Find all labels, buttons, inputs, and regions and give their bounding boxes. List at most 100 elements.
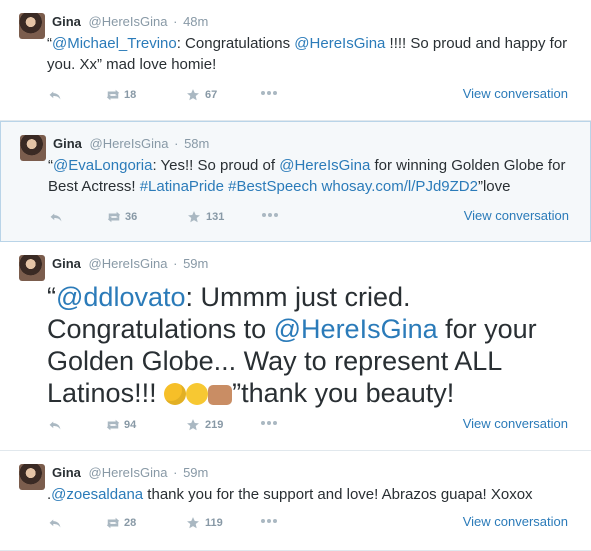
reply-button[interactable] xyxy=(48,516,62,530)
tweet-header: Gina @HereIsGina · 59m xyxy=(52,465,208,481)
tweet-text-fragment: : Yes!! So proud of xyxy=(152,157,280,174)
tweet-text-fragment: : Congratulations xyxy=(176,35,295,52)
tweet-actions: 18 67 View conversation xyxy=(48,86,568,106)
favorite-count: 131 xyxy=(206,211,225,223)
kiss-emoji-icon xyxy=(164,383,187,405)
tweet-text-fragment: thank you for the support and love! Abra… xyxy=(143,486,533,503)
time-separator: · xyxy=(173,465,178,480)
tweet-link[interactable]: @HereIsGina xyxy=(294,35,385,52)
retweet-icon xyxy=(105,418,120,432)
tweet-text: “@EvaLongoria: Yes!! So proud of @HereIs… xyxy=(48,155,580,199)
tweet-card[interactable]: Gina @HereIsGina · 48m “@Michael_Trevino… xyxy=(0,0,591,121)
more-button[interactable] xyxy=(261,210,278,224)
reply-button[interactable] xyxy=(48,88,62,102)
retweet-button[interactable]: 36 xyxy=(106,210,137,224)
retweet-button[interactable]: 18 xyxy=(105,88,136,102)
retweet-count: 28 xyxy=(124,517,137,529)
avatar[interactable] xyxy=(19,255,45,281)
tweet-text: .@zoesaldana thank you for the support a… xyxy=(47,484,581,506)
retweet-count: 36 xyxy=(125,211,138,223)
tweet-actions: 94 219 View conversation xyxy=(48,416,568,436)
tweet-card[interactable]: Gina @HereIsGina · 59m “@ddlovato: Ummm … xyxy=(0,242,591,451)
author-handle[interactable]: @HereIsGina xyxy=(89,465,168,480)
favorite-button[interactable]: 131 xyxy=(187,210,224,224)
tweet-actions: 28 119 View conversation xyxy=(48,514,568,534)
tweet-feed: Gina @HereIsGina · 48m “@Michael_Trevino… xyxy=(0,0,591,551)
tweet-link[interactable]: @zoesaldana xyxy=(51,486,143,503)
tweet-card[interactable]: Gina @HereIsGina · 59m .@zoesaldana than… xyxy=(0,451,591,551)
view-conversation-link[interactable]: View conversation xyxy=(463,416,568,431)
tweet-link[interactable]: @ddlovato xyxy=(56,282,186,312)
retweet-icon xyxy=(106,210,121,224)
more-button[interactable] xyxy=(260,88,277,102)
more-button[interactable] xyxy=(260,516,277,530)
reply-button[interactable] xyxy=(48,418,62,432)
time-separator: · xyxy=(173,256,178,271)
avatar[interactable] xyxy=(19,13,45,39)
star-icon xyxy=(186,418,200,432)
author-name[interactable]: Gina xyxy=(52,14,81,29)
thumbs-up-emoji-icon xyxy=(208,385,233,405)
reply-icon xyxy=(48,418,62,432)
author-handle[interactable]: @HereIsGina xyxy=(90,136,169,151)
star-icon xyxy=(186,516,200,530)
star-icon xyxy=(186,88,200,102)
tweet-text: “@ddlovato: Ummm just cried. Congratulat… xyxy=(47,281,581,409)
reply-icon xyxy=(48,88,62,102)
favorite-button[interactable]: 67 xyxy=(186,88,217,102)
tweet-link[interactable]: @HereIsGina xyxy=(279,157,370,174)
tweet-text-fragment: ”thank you beauty! xyxy=(232,378,455,408)
view-conversation-link[interactable]: View conversation xyxy=(463,86,568,101)
tweet-link[interactable]: @EvaLongoria xyxy=(53,157,152,174)
view-conversation-link[interactable]: View conversation xyxy=(464,208,569,223)
retweet-count: 94 xyxy=(124,419,137,431)
favorite-count: 67 xyxy=(205,89,218,101)
tweet-header: Gina @HereIsGina · 59m xyxy=(52,256,208,272)
more-icon xyxy=(261,210,278,224)
favorite-count: 219 xyxy=(205,419,224,431)
author-name[interactable]: Gina xyxy=(52,256,81,271)
tweet-header: Gina @HereIsGina · 58m xyxy=(53,136,209,152)
view-conversation-link[interactable]: View conversation xyxy=(463,514,568,529)
time-separator: · xyxy=(173,14,178,29)
tweet-header: Gina @HereIsGina · 48m xyxy=(52,14,208,30)
reply-icon xyxy=(49,210,63,224)
more-icon xyxy=(260,516,277,530)
tweet-text: “@Michael_Trevino: Congratulations @Here… xyxy=(47,33,581,77)
tweet-link[interactable]: #LatinaPride xyxy=(140,178,224,195)
tweet-link[interactable]: @HereIsGina xyxy=(274,314,438,344)
retweet-count: 18 xyxy=(124,89,137,101)
tweet-time[interactable]: 59m xyxy=(183,256,208,271)
time-separator: · xyxy=(174,136,179,151)
favorite-button[interactable]: 219 xyxy=(186,418,223,432)
more-icon xyxy=(260,88,277,102)
author-handle[interactable]: @HereIsGina xyxy=(89,14,168,29)
retweet-icon xyxy=(105,516,120,530)
retweet-button[interactable]: 94 xyxy=(105,418,136,432)
retweet-button[interactable]: 28 xyxy=(105,516,136,530)
tweet-link[interactable]: #BestSpeech xyxy=(228,178,317,195)
favorite-button[interactable]: 119 xyxy=(186,516,223,530)
tweet-card[interactable]: Gina @HereIsGina · 58m “@EvaLongoria: Ye… xyxy=(0,121,591,242)
reply-icon xyxy=(48,516,62,530)
tweet-time[interactable]: 59m xyxy=(183,465,208,480)
author-handle[interactable]: @HereIsGina xyxy=(89,256,168,271)
favorite-count: 119 xyxy=(205,517,223,529)
tweet-text-fragment: ”love xyxy=(477,178,511,195)
star-icon xyxy=(187,210,201,224)
reply-button[interactable] xyxy=(49,210,63,224)
more-button[interactable] xyxy=(260,418,277,432)
more-icon xyxy=(260,418,277,432)
retweet-icon xyxy=(105,88,120,102)
tweet-link[interactable]: @Michael_Trevino xyxy=(52,35,177,52)
tweet-link[interactable]: whosay.com/l/PJd9ZD2 xyxy=(322,178,478,195)
tweet-text-fragment: “ xyxy=(47,282,56,312)
tweet-time[interactable]: 58m xyxy=(184,136,209,151)
author-name[interactable]: Gina xyxy=(53,136,82,151)
tweet-time[interactable]: 48m xyxy=(183,14,208,29)
tweet-actions: 36 131 View conversation xyxy=(49,208,569,228)
avatar[interactable] xyxy=(19,464,45,490)
smile-emoji-icon xyxy=(186,383,209,405)
avatar[interactable] xyxy=(20,135,46,161)
author-name[interactable]: Gina xyxy=(52,465,81,480)
